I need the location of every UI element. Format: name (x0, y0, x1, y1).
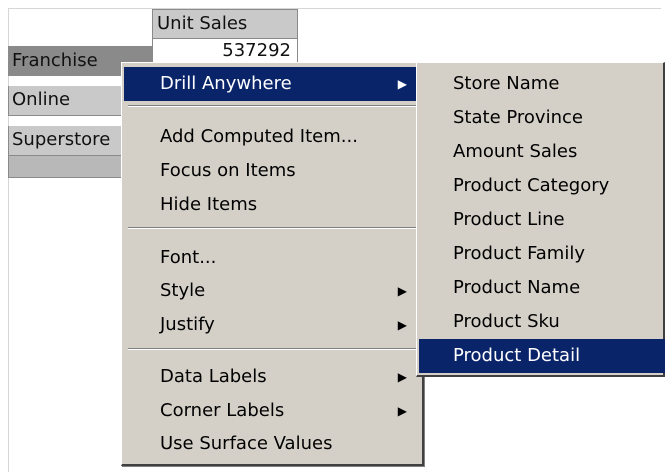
submenu-item-product-detail[interactable]: Product Detail (419, 339, 665, 373)
submenu-item-state-province[interactable]: State Province (419, 101, 665, 135)
context-menu: Drill Anywhere ▶ Add Computed Item... Fo… (121, 62, 424, 466)
submenu-arrow-icon: ▶ (397, 370, 407, 384)
submenu-item-product-line[interactable]: Product Line (419, 203, 665, 237)
drill-anywhere-submenu: Store Name State Province Amount Sales P… (416, 62, 665, 377)
submenu-item-amount-sales[interactable]: Amount Sales (419, 135, 665, 169)
submenu-item-store-name[interactable]: Store Name (419, 67, 665, 101)
menu-item-use-surface-values[interactable]: Use Surface Values (124, 427, 421, 461)
menu-item-label: Font... (160, 247, 217, 268)
menu-item-label: Use Surface Values (160, 433, 333, 454)
menu-item-label: Data Labels (160, 366, 267, 387)
menu-item-style[interactable]: Style ▶ (124, 274, 421, 308)
menu-item-justify[interactable]: Justify ▶ (124, 308, 421, 342)
menu-item-label: Drill Anywhere (160, 73, 292, 94)
submenu-item-product-name[interactable]: Product Name (419, 271, 665, 305)
menu-item-font[interactable]: Font... (124, 241, 421, 275)
submenu-arrow-icon: ▶ (397, 284, 407, 298)
menu-item-label: Justify (160, 314, 215, 335)
menu-item-label: Hide Items (160, 194, 258, 215)
submenu-arrow-icon: ▶ (397, 318, 407, 332)
menu-item-label: Corner Labels (160, 400, 285, 421)
menu-item-label: Add Computed Item... (160, 126, 358, 147)
menu-item-drill-anywhere[interactable]: Drill Anywhere ▶ (124, 67, 421, 101)
menu-item-data-labels[interactable]: Data Labels ▶ (124, 360, 421, 394)
menu-item-label: Focus on Items (160, 160, 296, 181)
menu-item-add-computed-item[interactable]: Add Computed Item... (124, 120, 421, 154)
canvas: Unit Sales 537292 Franchise Online Super… (0, 0, 665, 474)
submenu-arrow-icon: ▶ (397, 77, 407, 91)
menu-item-corner-labels[interactable]: Corner Labels ▶ (124, 394, 421, 428)
column-header-unit-sales[interactable]: Unit Sales (152, 9, 298, 39)
menu-separator (128, 348, 417, 350)
menu-item-focus-on-items[interactable]: Focus on Items (124, 154, 421, 188)
menu-separator (128, 227, 417, 229)
submenu-item-product-sku[interactable]: Product Sku (419, 305, 665, 339)
menu-item-hide-items[interactable]: Hide Items (124, 188, 421, 222)
submenu-item-product-family[interactable]: Product Family (419, 237, 665, 271)
menu-separator (128, 105, 417, 107)
submenu-arrow-icon: ▶ (397, 404, 407, 418)
submenu-item-product-category[interactable]: Product Category (419, 169, 665, 203)
menu-item-label: Style (160, 280, 206, 301)
